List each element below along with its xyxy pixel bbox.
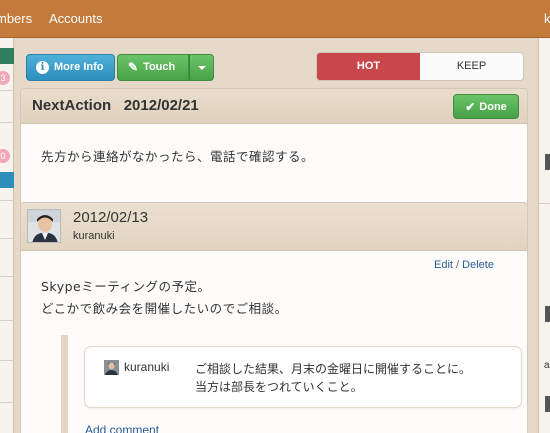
comment-actions: Edit / Delete bbox=[434, 259, 494, 271]
nav-accounts-link[interactable]: Accounts bbox=[49, 11, 102, 26]
sidebar-divider bbox=[539, 203, 550, 204]
sidebar-divider bbox=[0, 320, 14, 321]
comment-text-line: どこかで飲み会を開催したいのでご相談。 bbox=[41, 301, 288, 316]
reply-text-line: ご相談した結果、月末の金曜日に開催することに。 bbox=[195, 362, 472, 376]
avatar[interactable] bbox=[27, 209, 61, 243]
sidebar-text: a bbox=[544, 360, 550, 371]
sidebar-divider bbox=[0, 238, 14, 239]
sidebar-divider bbox=[0, 90, 14, 91]
next-action-label: NextAction bbox=[32, 97, 112, 114]
sidebar-count-badge: 3 bbox=[0, 71, 10, 85]
sidebar-divider bbox=[0, 276, 14, 277]
touch-button[interactable]: ✎ Touch bbox=[117, 54, 189, 81]
sidebar-stripe bbox=[0, 48, 14, 64]
nav-members-link[interactable]: mbers bbox=[0, 11, 32, 26]
checkbox[interactable] bbox=[545, 306, 550, 322]
check-icon: ✔ bbox=[465, 99, 476, 114]
checkbox[interactable] bbox=[545, 396, 550, 412]
hot-toggle[interactable]: HOT bbox=[317, 53, 420, 80]
priority-toggle-group: HOT KEEP bbox=[316, 52, 524, 81]
touch-label: Touch bbox=[143, 61, 176, 73]
action-separator: / bbox=[456, 259, 460, 271]
main-panel: i More Info ✎ Touch HOT KEEP NextAction … bbox=[14, 38, 538, 433]
delete-link[interactable]: Delete bbox=[462, 259, 494, 271]
pencil-icon: ✎ bbox=[128, 60, 139, 74]
chevron-down-icon bbox=[197, 65, 206, 70]
more-info-button[interactable]: i More Info bbox=[26, 54, 115, 81]
next-action-header: NextAction 2012/02/21 ✔ Done bbox=[21, 89, 527, 124]
reply-thread: kuranuki ご相談した結果、月末の金曜日に開催することに。 当方は部長をつ… bbox=[61, 335, 527, 433]
comment-text-line: Skypeミーティングの予定。 bbox=[41, 279, 211, 294]
sidebar-active-stripe bbox=[0, 172, 14, 188]
edit-link[interactable]: Edit bbox=[434, 259, 453, 271]
info-icon: i bbox=[36, 61, 49, 74]
nav-user-menu[interactable]: k bbox=[544, 11, 550, 26]
comment-author: kuranuki bbox=[73, 230, 115, 242]
add-comment-link[interactable]: Add comment bbox=[85, 423, 159, 433]
reply-bubble: kuranuki ご相談した結果、月末の金曜日に開催することに。 当方は部長をつ… bbox=[84, 346, 522, 408]
next-action-body: 先方から連絡がなかったら、電話で確認する。 bbox=[41, 149, 315, 164]
sidebar-divider bbox=[0, 360, 14, 361]
next-action-date: 2012/02/21 bbox=[123, 97, 199, 114]
comment-card: 2012/02/13 kuranuki Edit / Delete Skypeミ… bbox=[20, 202, 528, 433]
sidebar-divider bbox=[0, 402, 14, 403]
checkbox[interactable] bbox=[545, 154, 550, 170]
sidebar-count-badge: 0 bbox=[0, 149, 10, 163]
top-nav-bar: mbers Accounts k bbox=[0, 0, 550, 38]
left-sidebar: 3 0 bbox=[0, 38, 14, 433]
touch-dropdown-toggle[interactable] bbox=[189, 54, 214, 81]
sidebar-divider bbox=[0, 122, 14, 123]
next-action-title: NextAction 2012/02/21 bbox=[32, 97, 199, 114]
reply-avatar[interactable] bbox=[104, 360, 119, 375]
more-info-label: More Info bbox=[54, 61, 104, 73]
done-button[interactable]: ✔ Done bbox=[453, 94, 519, 119]
avatar-image bbox=[28, 210, 60, 242]
comment-date: 2012/02/13 bbox=[73, 209, 149, 226]
reply-text-line: 当方は部長をつれていくこと。 bbox=[195, 380, 363, 394]
done-label: Done bbox=[479, 100, 507, 113]
reply-author: kuranuki bbox=[124, 360, 170, 374]
keep-toggle[interactable]: KEEP bbox=[420, 53, 523, 80]
sidebar-divider bbox=[0, 200, 14, 201]
comment-header: 2012/02/13 kuranuki bbox=[21, 203, 527, 251]
reply-avatar-image bbox=[104, 360, 119, 375]
right-sidebar: a bbox=[538, 38, 550, 433]
